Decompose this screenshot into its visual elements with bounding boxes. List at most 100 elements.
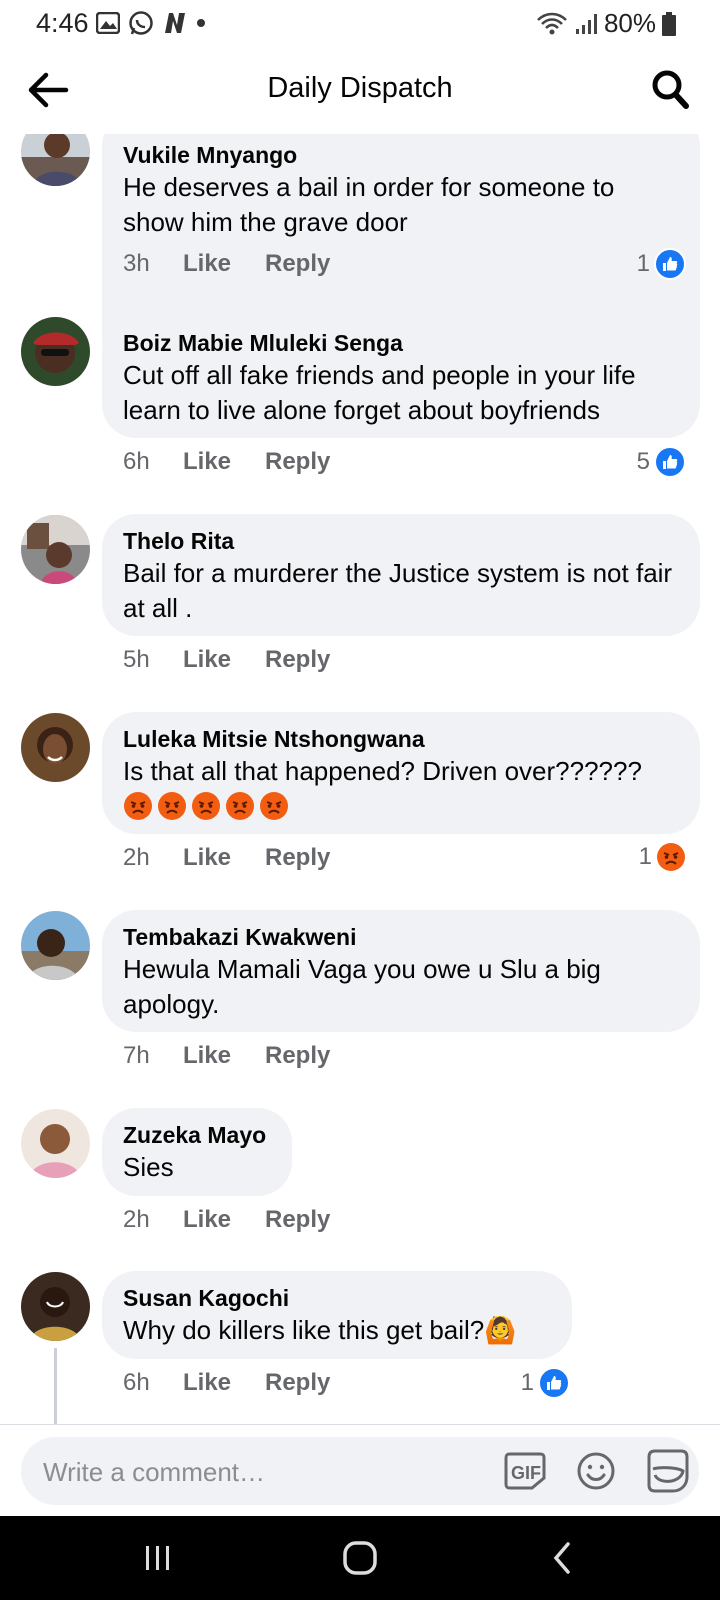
angry-emoji-row (123, 791, 678, 821)
comment-time[interactable]: 7h (123, 1042, 183, 1070)
comment-actions: 2h Like Reply (123, 1206, 330, 1234)
comment-time[interactable]: 5h (123, 646, 183, 674)
recent-apps-button[interactable] (138, 1538, 178, 1578)
comment-text: Sies (123, 1152, 174, 1182)
comment-actions: 6h Like Reply (123, 448, 330, 476)
like-button[interactable]: Like (183, 1042, 265, 1070)
comment-actions: 5h Like Reply (123, 646, 330, 674)
angry-face-icon (158, 792, 186, 820)
reaction-count: 5 (636, 448, 650, 475)
recent-apps-icon (146, 1546, 169, 1570)
like-button[interactable]: Like (183, 1369, 265, 1397)
angry-reaction-icon (657, 843, 685, 871)
comment-text: Is that all that happened? Driven over??… (123, 756, 642, 786)
comment-author[interactable]: Thelo Rita (123, 526, 678, 556)
status-bar: 4:46 80% (0, 0, 720, 48)
reply-button[interactable]: Reply (265, 1369, 330, 1397)
comment-author[interactable]: Boiz Mabie Mluleki Senga (123, 328, 678, 358)
like-button[interactable]: Like (183, 646, 265, 674)
n-app-icon (165, 13, 185, 33)
reply-button[interactable]: Reply (265, 250, 330, 278)
signal-icon (575, 13, 597, 34)
reply-button[interactable]: Reply (265, 1042, 330, 1070)
battery-percent: 80% (603, 8, 656, 38)
comment-bubble[interactable]: Luleka Mitsie Ntshongwana Is that all th… (102, 712, 700, 834)
comment-bubble[interactable]: Boiz Mabie Mluleki Senga Cut off all fak… (102, 316, 700, 438)
comment-bubble[interactable]: Zuzeka Mayo Sies (102, 1108, 292, 1196)
reaction-summary[interactable]: 1 (637, 248, 686, 280)
gif-icon: GIF (504, 1452, 546, 1490)
emoji-button[interactable] (576, 1451, 616, 1491)
search-icon (652, 70, 689, 109)
search-button[interactable] (650, 68, 690, 110)
gif-button[interactable]: GIF (504, 1452, 546, 1490)
like-button[interactable]: Like (183, 250, 265, 278)
comment-time[interactable]: 2h (123, 844, 183, 872)
reply-button[interactable]: Reply (265, 448, 330, 476)
dot-icon (197, 19, 205, 27)
like-reaction-icon (654, 446, 686, 478)
comment-author[interactable]: Tembakazi Kwakweni (123, 922, 678, 952)
home-icon (343, 1541, 377, 1575)
reply-thread-line (54, 1348, 57, 1424)
sticker-button[interactable] (647, 1449, 689, 1493)
like-button[interactable]: Like (183, 1206, 265, 1234)
gallery-icon (96, 12, 120, 34)
comment-actions: 7h Like Reply (123, 1042, 330, 1070)
wifi-icon (537, 12, 567, 34)
back-nav-button[interactable] (544, 1538, 584, 1578)
comment-bubble[interactable]: Tembakazi Kwakweni Hewula Mamali Vaga yo… (102, 910, 700, 1032)
comment-time[interactable]: 3h (123, 250, 183, 278)
gif-label: GIF (511, 1463, 541, 1483)
like-reaction-icon (538, 1367, 570, 1399)
comment-time[interactable]: 2h (123, 1206, 183, 1234)
top-app-bar: Daily Dispatch (0, 48, 720, 134)
comment-author[interactable]: Luleka Mitsie Ntshongwana (123, 724, 678, 754)
like-button[interactable]: Like (183, 448, 265, 476)
back-icon (553, 1542, 570, 1574)
battery-icon (662, 11, 676, 36)
comment-author[interactable]: Zuzeka Mayo (123, 1120, 270, 1150)
comment-text: Bail for a murderer the Justice system i… (123, 558, 673, 623)
comment-text: He deserves a bail in order for someone … (123, 172, 615, 237)
comment-actions: 6h Like Reply (123, 1369, 330, 1397)
whatsapp-icon (129, 11, 153, 35)
angry-face-icon (124, 792, 152, 820)
reaction-count: 1 (638, 843, 652, 870)
reply-button[interactable]: Reply (265, 844, 330, 872)
comment-text: Why do killers like this get bail?🙆 (123, 1315, 517, 1345)
reaction-summary[interactable]: 5 (637, 446, 686, 478)
reaction-count: 1 (520, 1369, 534, 1396)
comment-author[interactable]: Susan Kagochi (123, 1283, 550, 1313)
comment-bubble[interactable]: Susan Kagochi Why do killers like this g… (102, 1271, 572, 1359)
comments-list[interactable]: Vukile Mnyango He deserves a bail in ord… (0, 134, 720, 1424)
avatar[interactable] (21, 134, 90, 186)
avatar[interactable] (21, 911, 90, 980)
status-time: 4:46 (36, 8, 89, 38)
angry-face-icon (260, 792, 288, 820)
comment-input[interactable] (41, 1437, 465, 1507)
reaction-count: 1 (636, 250, 650, 277)
avatar[interactable] (21, 1272, 90, 1341)
comment-author[interactable]: Vukile Mnyango (123, 140, 678, 170)
comment-bubble[interactable]: Thelo Rita Bail for a murderer the Justi… (102, 514, 700, 636)
reaction-summary[interactable]: 1 (639, 842, 686, 872)
comment-time[interactable]: 6h (123, 1369, 183, 1397)
reply-button[interactable]: Reply (265, 646, 330, 674)
sticker-icon (647, 1449, 689, 1493)
comment-input-box[interactable]: GIF (21, 1437, 699, 1507)
avatar[interactable] (21, 1109, 90, 1178)
comment-text: Cut off all fake friends and people in y… (123, 360, 636, 425)
reaction-summary[interactable]: 1 (521, 1367, 570, 1399)
avatar[interactable] (21, 713, 90, 782)
notification-icons (96, 10, 206, 36)
angry-face-icon (226, 792, 254, 820)
comment-time[interactable]: 6h (123, 448, 183, 476)
avatar[interactable] (21, 515, 90, 584)
angry-face-icon (192, 792, 220, 820)
avatar[interactable] (21, 317, 90, 386)
comment-actions: 3h Like Reply (123, 250, 330, 278)
home-button[interactable] (340, 1538, 380, 1578)
like-button[interactable]: Like (183, 844, 265, 872)
reply-button[interactable]: Reply (265, 1206, 330, 1234)
